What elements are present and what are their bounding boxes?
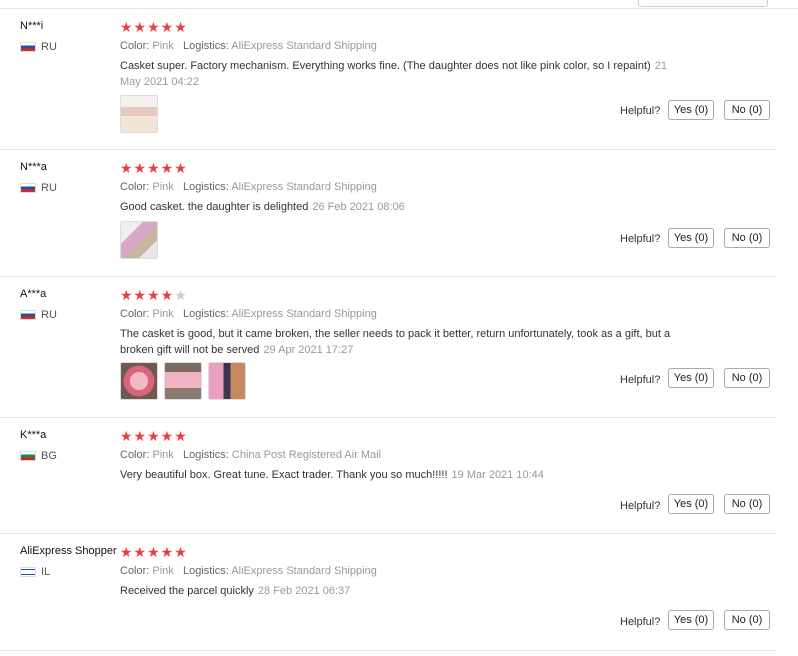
reviewer-name: K***a (20, 429, 47, 441)
logistics-value: AliExpress Standard Shipping (231, 181, 377, 193)
helpful-no-button[interactable]: No (0) (724, 100, 770, 120)
country-code: RU (41, 309, 57, 321)
review-text: Received the parcel quickly 28 Feb 2021 0… (120, 583, 690, 599)
color-value: Pink (152, 40, 174, 52)
star-rating: ★★★★★ (120, 545, 188, 559)
country-code: RU (41, 182, 57, 194)
flag-ru-icon (20, 310, 36, 320)
reviewer-country: RU (20, 309, 57, 321)
logistics-value: AliExpress Standard Shipping (231, 40, 377, 52)
stars-filled: ★★★★ (120, 287, 175, 303)
color-label: Color: (120, 308, 150, 320)
helpful-label: Helpful? (620, 500, 661, 512)
review-item: AliExpress Shopper IL ★★★★★ Color: Pink … (0, 545, 776, 651)
review-text: Good casket. the daughter is delighted 26… (120, 199, 690, 215)
helpful-label: Helpful? (620, 233, 661, 245)
helpful-no-button[interactable]: No (0) (724, 368, 770, 388)
helpful-yes-button[interactable]: Yes (0) (668, 494, 714, 514)
logistics-label: Logistics: (182, 181, 229, 193)
logistics-label: Logistics: (182, 40, 229, 52)
color-label: Color: (120, 40, 150, 52)
helpful-no-button[interactable]: No (0) (724, 494, 770, 514)
logistics-label: Logistics: (182, 308, 229, 320)
reviewer-country: BG (20, 450, 57, 462)
review-photos (120, 221, 158, 259)
review-body: Very beautiful box. Great tune. Exact tr… (120, 469, 448, 481)
review-item: N***i RU ★★★★★ Color: Pink Logistics: Al… (0, 20, 776, 150)
review-item: N***a RU ★★★★★ Color: Pink Logistics: Al… (0, 161, 776, 277)
color-value: Pink (152, 565, 174, 577)
review-date: 29 Apr 2021 17:27 (263, 344, 354, 356)
review-photo[interactable] (120, 362, 158, 400)
logistics-value: AliExpress Standard Shipping (231, 565, 377, 577)
color-label: Color: (120, 449, 150, 461)
review-item: A***a RU ★★★★★ Color: Pink Logistics: Al… (0, 288, 776, 418)
helpful-label: Helpful? (620, 374, 661, 386)
sort-dropdown[interactable] (638, 0, 768, 7)
review-photo[interactable] (120, 95, 158, 133)
reviewer-country: RU (20, 41, 57, 53)
helpful-yes-button[interactable]: Yes (0) (668, 368, 714, 388)
stars-filled: ★★★★★ (120, 544, 188, 560)
review-item: K***a BG ★★★★★ Color: Pink Logistics: Ch… (0, 429, 776, 534)
country-code: IL (41, 566, 51, 578)
review-photos (120, 362, 246, 400)
reviewer-name: A***a (20, 288, 47, 300)
reviewer-name: N***i (20, 20, 44, 32)
helpful-yes-button[interactable]: Yes (0) (668, 228, 714, 248)
helpful-yes-button[interactable]: Yes (0) (668, 610, 714, 630)
star-rating: ★★★★★ (120, 161, 188, 175)
review-text: The casket is good, but it came broken, … (120, 326, 690, 358)
review-text: Casket super. Factory mechanism. Everyth… (120, 58, 690, 90)
helpful-label: Helpful? (620, 616, 661, 628)
color-value: Pink (152, 181, 174, 193)
helpful-no-button[interactable]: No (0) (724, 228, 770, 248)
star-rating: ★★★★★ (120, 429, 188, 443)
review-date: 26 Feb 2021 08:06 (312, 201, 405, 213)
review-meta: Color: Pink Logistics: AliExpress Standa… (120, 181, 377, 193)
star-rating: ★★★★★ (120, 20, 188, 34)
helpful-yes-button[interactable]: Yes (0) (668, 100, 714, 120)
review-meta: Color: Pink Logistics: AliExpress Standa… (120, 308, 377, 320)
flag-ru-icon (20, 183, 36, 193)
color-label: Color: (120, 181, 150, 193)
review-body: Received the parcel quickly (120, 585, 254, 597)
review-photo[interactable] (164, 362, 202, 400)
helpful-label: Helpful? (620, 105, 661, 117)
stars-empty: ★ (174, 287, 188, 303)
color-value: Pink (152, 308, 174, 320)
helpful-no-button[interactable]: No (0) (724, 610, 770, 630)
logistics-label: Logistics: (182, 449, 229, 461)
stars-filled: ★★★★★ (120, 428, 188, 444)
flag-il-icon (20, 567, 36, 577)
logistics-value: AliExpress Standard Shipping (231, 308, 377, 320)
logistics-label: Logistics: (182, 565, 229, 577)
review-date: 28 Feb 2021 06:37 (257, 585, 351, 597)
stars-filled: ★★★★★ (120, 160, 188, 176)
review-body: The casket is good, but it came broken, … (120, 328, 671, 356)
review-text: Very beautiful box. Great tune. Exact tr… (120, 467, 690, 483)
stars-filled: ★★★★★ (120, 19, 188, 35)
review-date: 19 Mar 2021 10:44 (451, 469, 544, 481)
reviewer-name: AliExpress Shopper (20, 545, 117, 557)
reviewer-country: RU (20, 182, 57, 194)
review-meta: Color: Pink Logistics: AliExpress Standa… (120, 565, 377, 577)
color-value: Pink (152, 449, 174, 461)
review-body: Good casket. the daughter is delighted (120, 201, 309, 213)
star-rating: ★★★★★ (120, 288, 188, 302)
review-photo[interactable] (120, 221, 158, 259)
flag-ru-icon (20, 42, 36, 52)
flag-bg-icon (20, 451, 36, 461)
review-meta: Color: Pink Logistics: AliExpress Standa… (120, 40, 377, 52)
color-label: Color: (120, 565, 150, 577)
review-body: Casket super. Factory mechanism. Everyth… (120, 60, 651, 72)
reviewer-country: IL (20, 566, 50, 578)
review-photos (120, 95, 158, 133)
logistics-value: China Post Registered Air Mail (231, 449, 382, 461)
country-code: RU (41, 41, 57, 53)
review-photo[interactable] (208, 362, 246, 400)
reviewer-name: N***a (20, 161, 47, 173)
review-meta: Color: Pink Logistics: China Post Regist… (120, 449, 381, 461)
country-code: BG (41, 450, 57, 462)
